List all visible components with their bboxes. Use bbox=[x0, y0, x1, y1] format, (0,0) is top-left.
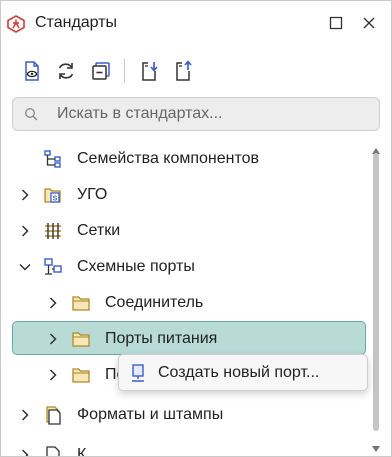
document-stack-icon bbox=[43, 405, 63, 425]
close-icon[interactable] bbox=[359, 13, 379, 33]
tree-item-connector[interactable]: Соединитель bbox=[1, 285, 369, 321]
chevron-down-icon[interactable] bbox=[16, 258, 34, 276]
tree-item-formats-stamps[interactable]: Форматы и штампы bbox=[1, 397, 369, 433]
scrollbar-thumb[interactable] bbox=[373, 153, 379, 431]
app-logo-icon bbox=[7, 15, 25, 33]
import-icon[interactable] bbox=[136, 57, 164, 85]
network-ports-icon bbox=[43, 257, 63, 277]
maximize-icon[interactable] bbox=[326, 13, 346, 33]
chevron-right-icon[interactable] bbox=[44, 366, 62, 384]
chevron-right-icon[interactable] bbox=[44, 294, 62, 312]
tree-item-label: Соединитель bbox=[105, 294, 204, 311]
hierarchy-icon bbox=[43, 149, 63, 169]
context-menu-item-label: Создать новый порт... bbox=[158, 364, 320, 381]
tree-item-label: Форматы и штампы bbox=[77, 406, 224, 423]
tree-item-label: Схемные порты bbox=[77, 258, 195, 275]
search-input[interactable] bbox=[57, 98, 367, 130]
chevron-right-icon[interactable] bbox=[16, 446, 34, 456]
folder-icon bbox=[71, 329, 91, 349]
scroll-down-icon[interactable] bbox=[372, 439, 380, 456]
tree-item-grids[interactable]: Сетки bbox=[1, 213, 369, 249]
tree-item-label: Сетки bbox=[77, 222, 121, 239]
tree-item-k[interactable]: К bbox=[1, 437, 369, 456]
refresh-icon[interactable] bbox=[52, 57, 80, 85]
tree-scrollbar[interactable] bbox=[371, 141, 381, 456]
chevron-right-icon[interactable] bbox=[44, 330, 62, 348]
search-icon bbox=[24, 107, 38, 126]
folder-icon bbox=[71, 293, 91, 313]
document-preview-icon[interactable] bbox=[18, 57, 46, 85]
tree-item-power-ports[interactable]: Порты питания bbox=[1, 321, 369, 357]
symbol-folder-icon: S bbox=[43, 185, 63, 205]
standards-tree: Семейства компонентов S УГО Сетки Схемны… bbox=[1, 141, 369, 456]
window-title: Стандарты bbox=[35, 14, 118, 31]
tree-item-ugo[interactable]: S УГО bbox=[1, 177, 369, 213]
tree-item-component-families[interactable]: Семейства компонентов bbox=[1, 141, 369, 177]
context-menu-item-create-port[interactable]: Создать новый порт... bbox=[119, 355, 367, 390]
tree-item-label: Порты питания bbox=[105, 330, 218, 347]
svg-text:S: S bbox=[53, 196, 58, 203]
export-icon[interactable] bbox=[170, 57, 198, 85]
chevron-right-icon[interactable] bbox=[16, 222, 34, 240]
title-bar: Стандарты bbox=[1, 1, 391, 45]
standards-panel: Стандарты Искать в стандартах... Семейст… bbox=[0, 0, 392, 457]
collapse-all-icon[interactable] bbox=[87, 57, 115, 85]
tree-item-label: Семейства компонентов bbox=[77, 150, 260, 167]
chevron-right-icon[interactable] bbox=[16, 406, 34, 424]
toolbar bbox=[1, 53, 391, 89]
toolbar-separator bbox=[124, 59, 125, 83]
document-icon bbox=[43, 445, 63, 456]
tree-item-schematic-ports[interactable]: Схемные порты bbox=[1, 249, 369, 285]
search-box bbox=[12, 97, 380, 131]
port-icon bbox=[128, 363, 148, 383]
tree-item-label: УГО bbox=[77, 186, 108, 203]
tree-item-label: К bbox=[77, 446, 87, 456]
chevron-right-icon[interactable] bbox=[16, 186, 34, 204]
context-menu: Создать новый порт... bbox=[118, 354, 368, 391]
grid-icon bbox=[43, 221, 63, 241]
folder-icon bbox=[71, 365, 91, 385]
